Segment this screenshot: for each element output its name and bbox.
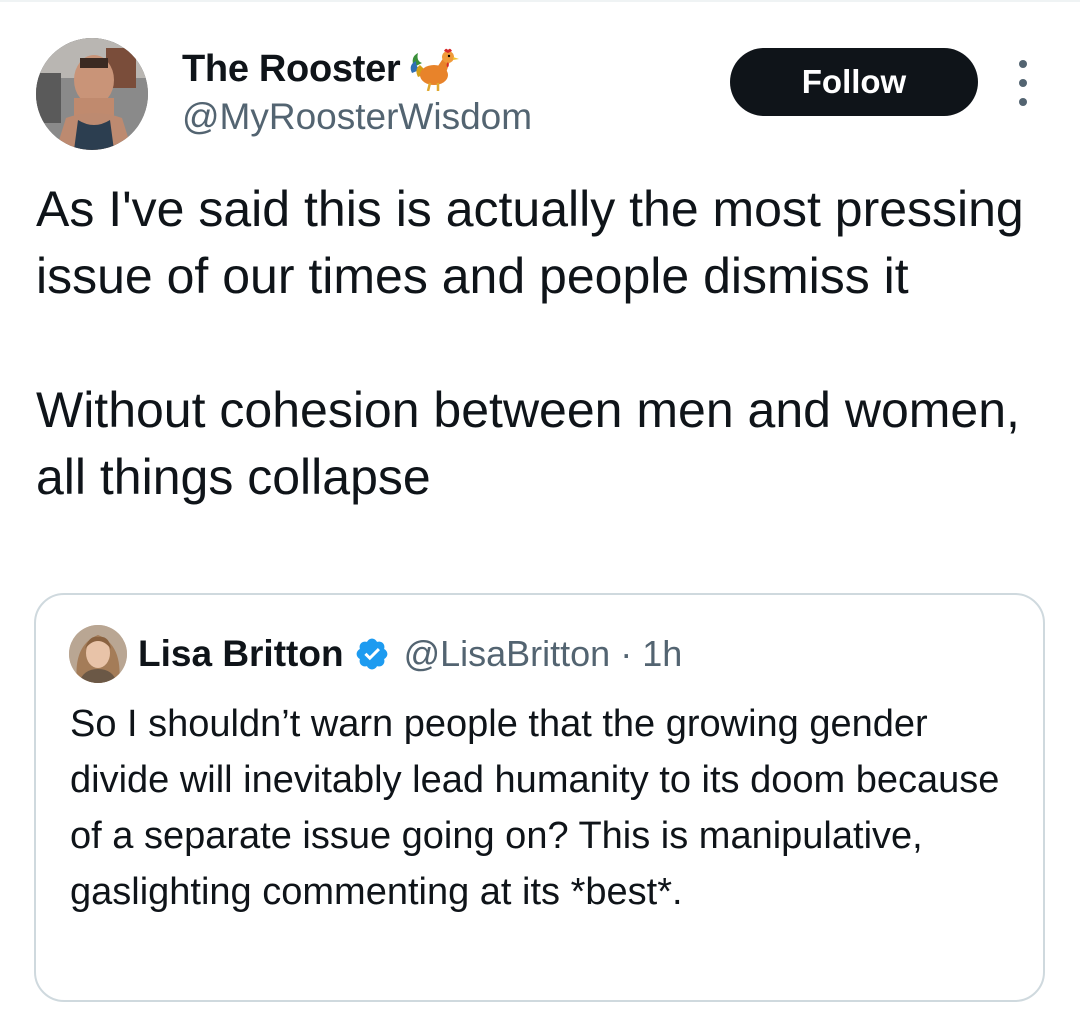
more-options-icon[interactable] — [1010, 60, 1036, 106]
verified-badge-icon — [354, 636, 390, 672]
quoted-tweet-header: Lisa Britton @LisaBritton · 1h — [138, 629, 682, 679]
author-name-row: The Rooster — [182, 44, 460, 94]
tweet-text: As I've said this is actually the most p… — [36, 176, 1046, 511]
rooster-emoji-icon — [408, 47, 460, 92]
quoted-author-display-name[interactable]: Lisa Britton — [138, 633, 344, 675]
author-avatar-image — [36, 38, 148, 150]
tweet-paragraph: Without cohesion between men and women, … — [36, 382, 1020, 505]
follow-button[interactable]: Follow — [730, 48, 978, 116]
quoted-tweet-timestamp[interactable]: 1h — [642, 633, 682, 675]
quoted-author-handle[interactable]: @LisaBritton — [404, 633, 611, 675]
tweet-paragraph: As I've said this is actually the most p… — [36, 181, 1024, 304]
more-dot — [1019, 79, 1027, 87]
author-handle[interactable]: @MyRoosterWisdom — [182, 96, 532, 138]
quoted-tweet-text: So I shouldn’t warn people that the grow… — [70, 703, 1000, 913]
more-dot — [1019, 60, 1027, 68]
header-separator: · — [620, 633, 633, 674]
author-avatar[interactable] — [36, 38, 148, 150]
top-divider — [0, 0, 1080, 2]
author-display-name[interactable]: The Rooster — [182, 48, 401, 91]
more-dot — [1019, 98, 1027, 106]
quoted-author-avatar-image — [69, 625, 127, 683]
quoted-tweet-card[interactable]: Lisa Britton @LisaBritton · 1h So I shou… — [34, 593, 1045, 1002]
quoted-author-avatar[interactable] — [69, 625, 127, 683]
